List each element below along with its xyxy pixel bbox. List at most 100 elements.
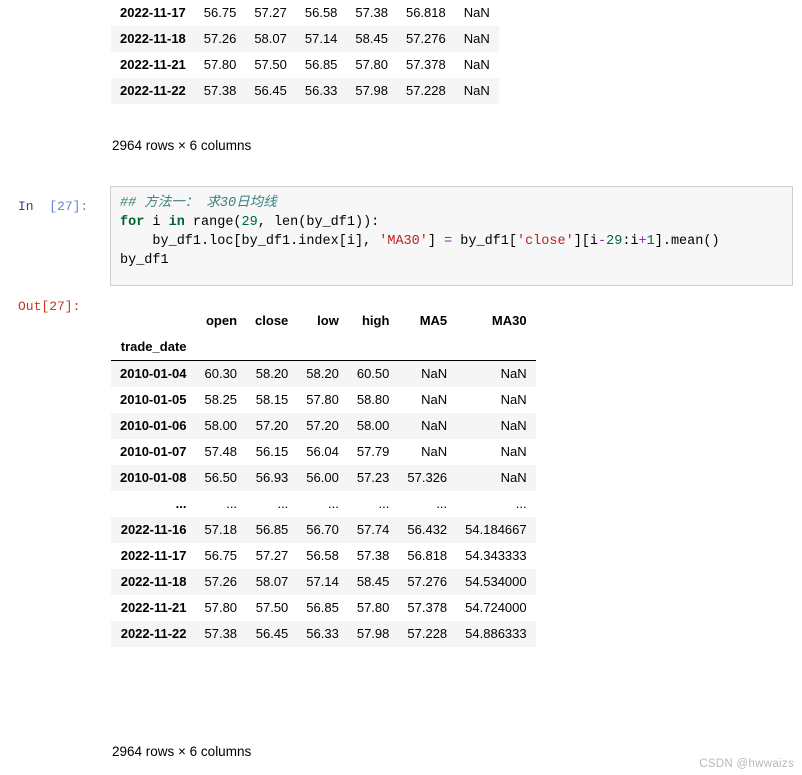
cell-close: 56.45	[245, 78, 296, 104]
cell-MA5: ...	[398, 491, 457, 517]
cell-MA30: ...	[456, 491, 536, 517]
loc-assign-close-bracket: ]	[427, 234, 445, 249]
operator-equals: =	[444, 234, 453, 249]
cell-high: 57.38	[346, 0, 397, 26]
row-index-cell: 2022-11-18	[111, 26, 195, 52]
input-prompt: In [27]:	[18, 199, 88, 214]
cell-MA5: 56.432	[398, 517, 457, 543]
column-header-low: low	[297, 308, 348, 334]
index-row-blank	[398, 334, 457, 360]
operator-plus: +	[638, 234, 647, 249]
cell-MA30: 54.343333	[456, 543, 536, 569]
cell-low: 57.80	[297, 387, 348, 413]
cell-high: 57.98	[347, 621, 399, 647]
number-29: 29	[241, 215, 258, 230]
row-index-cell: 2022-11-16	[111, 517, 196, 543]
table-row: 2022-11-22 57.38 56.45 56.33 57.98 57.228 NaN	[111, 78, 499, 104]
index-row-blank	[246, 334, 298, 360]
header-spacer	[111, 308, 196, 334]
table-row: 2022-11-22 57.38 56.45 56.33 57.98 57.228 54.8…	[111, 621, 536, 647]
csdn-watermark: CSDN @hwwaizs	[699, 758, 794, 770]
row-index-cell: ...	[111, 491, 196, 517]
cell-open: 57.38	[195, 621, 247, 647]
cell-MA5: 56.818	[398, 543, 457, 569]
row-index-cell: 2010-01-07	[111, 439, 196, 465]
row-index-cell: 2022-11-22	[111, 78, 195, 104]
code-last-line: by_df1	[120, 253, 169, 268]
cell-MA30: NaN	[456, 360, 536, 387]
cell-MA30: 54.886333	[456, 621, 536, 647]
column-header-high: high	[347, 308, 399, 334]
cell-low: 56.70	[297, 517, 348, 543]
cell-MA5: 57.228	[398, 621, 457, 647]
index-row-blank	[195, 334, 247, 360]
output-prompt: Out[27]:	[18, 299, 81, 314]
index-row-blank	[347, 334, 399, 360]
cell-close: 56.15	[246, 439, 298, 465]
loc-assign-lhs: by_df1.loc[by_df1.index[i],	[120, 234, 380, 249]
cell-MA30: NaN	[456, 439, 536, 465]
cell-low: 56.00	[297, 465, 348, 491]
rhs-df-open: by_df1[	[452, 234, 517, 249]
column-header-close: close	[246, 308, 298, 334]
row-index-cell: 2022-11-21	[111, 595, 196, 621]
output-dataframe-shape-note: 2964 rows × 6 columns	[112, 744, 252, 759]
cell-low: 56.33	[295, 78, 347, 104]
table-row: 2010-01-05 58.25 58.15 57.80 58.80 NaN NaN	[111, 387, 536, 413]
cell-low: 56.33	[297, 621, 348, 647]
cell-close: 58.20	[246, 360, 298, 387]
row-index-cell: 2022-11-22	[111, 621, 196, 647]
index-row-blank	[297, 334, 348, 360]
cell-open: 57.48	[195, 439, 247, 465]
table-row: 2010-01-07 57.48 56.15 56.04 57.79 NaN NaN	[111, 439, 536, 465]
output-column-header-row: open close low high MA5 MA30	[111, 308, 536, 334]
cell-MA5: 57.378	[396, 52, 455, 78]
index-row-blank	[456, 334, 536, 360]
cell-MA5: 57.378	[398, 595, 457, 621]
cell-close: ...	[246, 491, 298, 517]
cell-high: 57.74	[347, 517, 399, 543]
code-source[interactable]: ## 方法一： 求30日均线 for i in range(29, len(by…	[111, 187, 792, 277]
cell-high: 57.79	[347, 439, 399, 465]
cell-low: 56.04	[297, 439, 348, 465]
cell-MA30: NaN	[456, 387, 536, 413]
cell-MA30: 54.724000	[456, 595, 536, 621]
cell-low: 56.85	[295, 52, 347, 78]
column-header-MA5: MA5	[398, 308, 457, 334]
cell-MA30: 54.534000	[456, 569, 536, 595]
cell-open: 57.18	[195, 517, 247, 543]
table-row: .....................	[111, 491, 536, 517]
cell-MA30: NaN	[456, 465, 536, 491]
cell-low: ...	[297, 491, 348, 517]
cell-open: 57.38	[194, 78, 246, 104]
notebook-input-cell[interactable]: In [27]: ## 方法一： 求30日均线 for i in range(2…	[0, 186, 802, 290]
cell-open: 57.26	[194, 26, 246, 52]
cell-high: 58.80	[347, 387, 399, 413]
cell-open: ...	[195, 491, 247, 517]
cell-high: 57.23	[347, 465, 399, 491]
cell-high: 57.80	[346, 52, 397, 78]
range-call-rest: , len(by_df1)):	[257, 215, 380, 230]
cell-MA30: NaN	[456, 413, 536, 439]
cell-low: 56.58	[297, 543, 348, 569]
cell-high: 57.80	[347, 595, 399, 621]
row-index-cell: 2022-11-18	[111, 569, 196, 595]
table-row: 2010-01-04 60.30 58.20 58.20 60.50 NaN NaN	[111, 360, 536, 387]
cell-high: 57.98	[346, 78, 397, 104]
cell-close: 56.93	[246, 465, 298, 491]
cell-low: 56.85	[297, 595, 348, 621]
column-header-MA30: MA30	[456, 308, 536, 334]
cell-close: 58.07	[246, 569, 298, 595]
cell-high: 58.45	[346, 26, 397, 52]
row-index-cell: 2010-01-06	[111, 413, 196, 439]
cell-close: 57.50	[246, 595, 298, 621]
top-dataframe-output: 2022-11-17 56.75 57.27 56.58 57.38 56.818 NaN 2…	[111, 0, 499, 104]
row-index-cell: 2022-11-21	[111, 52, 195, 78]
cell-high: ...	[347, 491, 399, 517]
output-table-body: 2010-01-04 60.30 58.20 58.20 60.50 NaN NaN 2010…	[111, 360, 536, 647]
code-editor-box[interactable]: ## 方法一： 求30日均线 for i in range(29, len(by…	[110, 186, 793, 286]
cell-low: 57.14	[295, 26, 347, 52]
cell-close: 57.20	[246, 413, 298, 439]
cell-MA30: NaN	[454, 52, 499, 78]
cell-open: 58.00	[195, 413, 247, 439]
